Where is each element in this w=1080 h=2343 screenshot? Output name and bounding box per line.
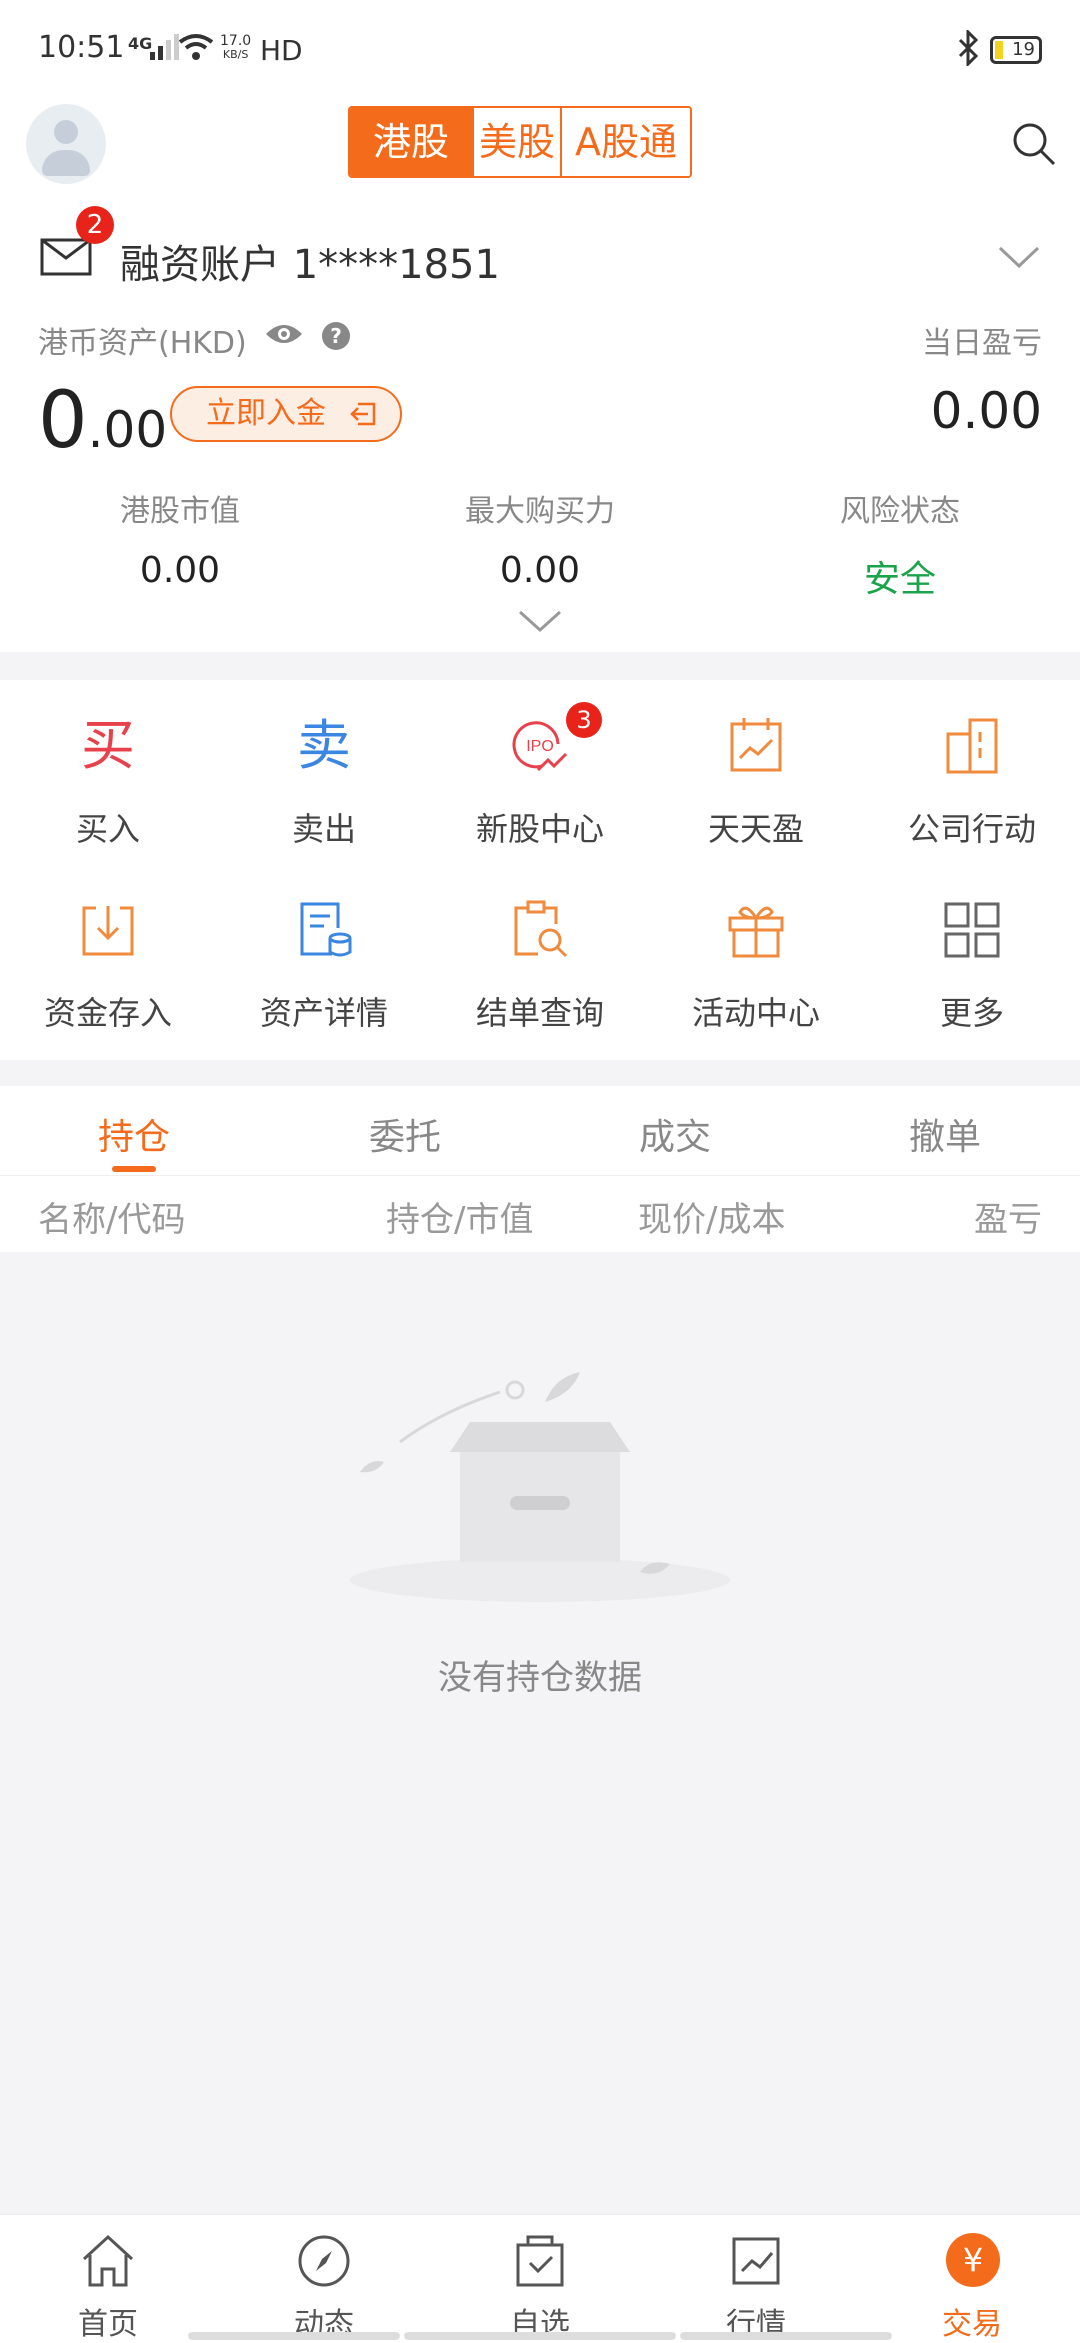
home-icon bbox=[82, 2234, 134, 2287]
nav-trade[interactable]: ¥ 交易 bbox=[864, 2227, 1080, 2342]
building-icon bbox=[946, 718, 998, 774]
sell-icon: 卖 bbox=[297, 714, 351, 777]
battery-level bbox=[995, 41, 1003, 59]
deposit-icon bbox=[82, 906, 134, 956]
action-statement-query[interactable]: 结单查询 bbox=[432, 864, 648, 1034]
empty-box-illustration bbox=[350, 1372, 730, 1602]
svg-text:IPO: IPO bbox=[526, 738, 554, 755]
nav-watchlist[interactable]: 自选 bbox=[432, 2227, 648, 2342]
section-divider bbox=[0, 652, 1080, 680]
gift-icon bbox=[728, 906, 784, 958]
tab-orders[interactable]: 委托 bbox=[345, 1108, 465, 1160]
tab-us-stocks[interactable]: 美股 bbox=[474, 108, 562, 176]
daily-pnl-label: 当日盈亏 bbox=[922, 326, 1042, 361]
watchlist-icon bbox=[516, 2235, 564, 2287]
avatar[interactable] bbox=[26, 104, 106, 184]
wifi-icon bbox=[178, 34, 214, 60]
stat-max-buying-power: 最大购买力 0.00 bbox=[465, 494, 615, 591]
action-asset-details[interactable]: 资产详情 bbox=[216, 864, 432, 1034]
battery-indicator: 19 bbox=[990, 36, 1042, 64]
gesture-bar-segment bbox=[404, 2332, 676, 2340]
tab-a-shares-connect[interactable]: A股通 bbox=[562, 108, 690, 176]
net-speed: 17.0 KB/S bbox=[220, 33, 252, 61]
buy-icon: 买 bbox=[81, 714, 135, 777]
avatar-head-icon bbox=[54, 120, 78, 144]
action-sell[interactable]: 卖 卖出 bbox=[216, 680, 432, 850]
help-icon[interactable]: ? bbox=[322, 322, 350, 350]
active-tab-indicator bbox=[112, 1166, 156, 1172]
action-deposit-funds[interactable]: 资金存入 bbox=[0, 864, 216, 1034]
nav-market[interactable]: 行情 bbox=[648, 2227, 864, 2342]
status-time: 10:51 bbox=[38, 30, 125, 65]
col-price-cost: 现价/成本 bbox=[638, 1200, 786, 1240]
market-segment-control: 港股 美股 A股通 bbox=[348, 106, 692, 178]
nav-home[interactable]: 首页 bbox=[0, 2227, 216, 2342]
stat-risk-status: 风险状态 安全 bbox=[840, 494, 960, 600]
asset-label: 港币资产(HKD) bbox=[38, 326, 247, 361]
compass-icon bbox=[298, 2235, 350, 2287]
tab-cancel[interactable]: 撤单 bbox=[885, 1108, 1005, 1160]
action-grid: 买 买入 卖 卖出 IPO 3 新股中心 天天盈 公司行动 资金存入 资产详情 … bbox=[0, 680, 1080, 1060]
account-name[interactable]: 融资账户 1****1851 bbox=[120, 232, 500, 290]
top-bar: 港股 美股 A股通 bbox=[0, 96, 1080, 206]
statement-search-icon bbox=[514, 900, 568, 958]
avatar-body-icon bbox=[42, 150, 90, 176]
col-name-code: 名称/代码 bbox=[38, 1200, 186, 1240]
asset-detail-icon bbox=[300, 902, 352, 957]
grid-more-icon bbox=[944, 902, 1000, 958]
action-corporate-action[interactable]: 公司行动 bbox=[864, 680, 1080, 850]
action-more[interactable]: 更多 bbox=[864, 864, 1080, 1034]
bluetooth-icon bbox=[958, 30, 979, 66]
gesture-bar-segment bbox=[188, 2332, 400, 2340]
col-position-value: 持仓/市值 bbox=[386, 1200, 534, 1240]
action-ipo-center[interactable]: IPO 3 新股中心 bbox=[432, 680, 648, 850]
bottom-nav: 首页 动态 自选 行情 ¥ 交易 bbox=[0, 2214, 1080, 2342]
calendar-chart-icon bbox=[730, 718, 782, 772]
table-header: 名称/代码 持仓/市值 现价/成本 盈亏 bbox=[0, 1176, 1080, 1252]
tab-trades[interactable]: 成交 bbox=[615, 1108, 735, 1160]
login-arrow-icon bbox=[350, 402, 376, 426]
yen-icon: ¥ bbox=[946, 2233, 1000, 2287]
chevron-down-icon[interactable] bbox=[996, 242, 1042, 272]
section-divider-2 bbox=[0, 1060, 1080, 1086]
tab-positions[interactable]: 持仓 bbox=[74, 1108, 194, 1160]
search-icon[interactable] bbox=[1010, 120, 1058, 168]
deposit-now-button[interactable]: 立即入金 bbox=[170, 386, 402, 442]
hd-indicator: HD bbox=[260, 34, 303, 67]
balance: 0.00 bbox=[38, 376, 168, 466]
action-buy[interactable]: 买 买入 bbox=[0, 680, 216, 850]
account-card: 2 融资账户 1****1851 港币资产(HKD) ? 当日盈亏 0.00 立… bbox=[0, 206, 1080, 646]
gesture-bar-segment bbox=[680, 2332, 892, 2340]
mail-icon[interactable] bbox=[40, 236, 92, 276]
expand-chevron-icon[interactable] bbox=[516, 608, 564, 634]
empty-state: 没有持仓数据 bbox=[0, 1252, 1080, 2214]
col-pnl: 盈亏 bbox=[974, 1200, 1042, 1240]
daily-pnl-value: 0.00 bbox=[930, 382, 1042, 440]
action-activity-center[interactable]: 活动中心 bbox=[648, 864, 864, 1034]
ipo-icon: IPO bbox=[512, 721, 568, 772]
unread-badge: 2 bbox=[76, 206, 114, 244]
eye-icon[interactable] bbox=[264, 320, 304, 348]
market-chart-icon bbox=[732, 2237, 780, 2285]
stat-hk-market-value: 港股市值 0.00 bbox=[120, 494, 240, 591]
ipo-badge: 3 bbox=[566, 702, 602, 738]
nav-feed[interactable]: 动态 bbox=[216, 2227, 432, 2342]
position-tabs: 持仓 委托 成交 撤单 bbox=[0, 1086, 1080, 1176]
empty-message: 没有持仓数据 bbox=[438, 1658, 642, 1698]
action-tiantianying[interactable]: 天天盈 bbox=[648, 680, 864, 850]
status-bar: 10:51 4G 17.0 KB/S HD 19 bbox=[0, 0, 1080, 96]
tab-hk-stocks[interactable]: 港股 bbox=[350, 108, 474, 176]
signal-indicator: 4G bbox=[128, 34, 153, 53]
